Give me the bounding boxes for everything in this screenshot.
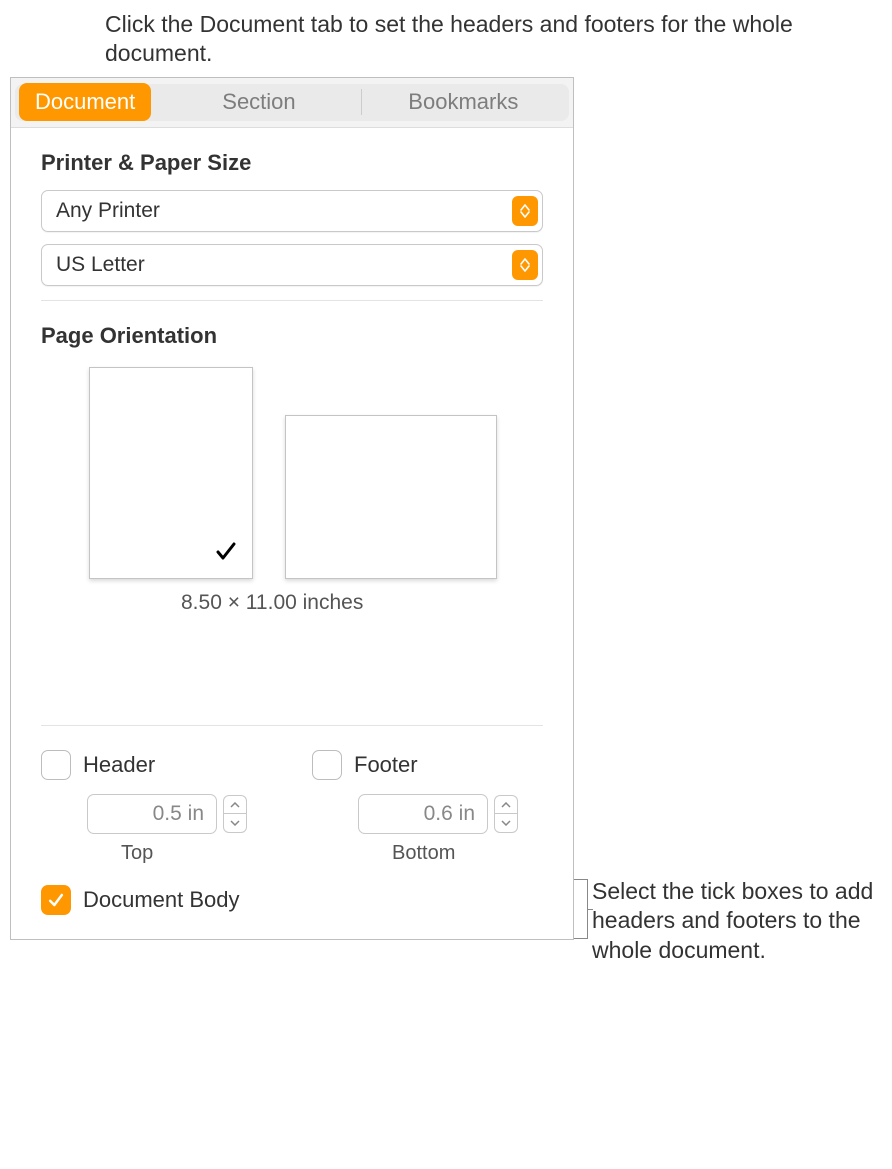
tab-bookmarks[interactable]: Bookmarks: [362, 83, 565, 121]
callout-top: Click the Document tab to set the header…: [105, 10, 882, 69]
header-margin-input[interactable]: [87, 794, 217, 834]
callout-right: Select the tick boxes to add headers and…: [592, 877, 882, 965]
stepper-down-icon[interactable]: [223, 813, 247, 833]
callout-right-text: Select the tick boxes to add headers and…: [592, 878, 873, 963]
inspector-panel: Document Section Bookmarks Printer & Pap…: [10, 77, 574, 940]
document-body-checkbox[interactable]: [41, 885, 71, 915]
updown-arrows-icon: [512, 250, 538, 280]
footer-margin-input[interactable]: [358, 794, 488, 834]
printer-paper-section: Printer & Paper Size Any Printer US Lett…: [11, 128, 573, 301]
orientation-landscape[interactable]: [285, 415, 497, 579]
checkmark-icon: [214, 539, 238, 568]
paper-popup-label: US Letter: [56, 253, 145, 277]
stepper-up-icon[interactable]: [494, 795, 518, 814]
printer-popup-label: Any Printer: [56, 199, 160, 223]
paper-size-popup[interactable]: US Letter: [41, 244, 543, 286]
updown-arrows-icon: [512, 196, 538, 226]
header-checkbox[interactable]: [41, 750, 71, 780]
header-label: Header: [83, 752, 155, 778]
document-body-label: Document Body: [83, 887, 240, 913]
orientation-title: Page Orientation: [41, 323, 543, 349]
header-stepper[interactable]: [223, 795, 247, 833]
tab-bar: Document Section Bookmarks: [11, 78, 573, 128]
footer-checkbox[interactable]: [312, 750, 342, 780]
stepper-up-icon[interactable]: [223, 795, 247, 814]
tab-document[interactable]: Document: [19, 83, 151, 121]
printer-section-title: Printer & Paper Size: [41, 150, 543, 176]
top-label: Top: [121, 842, 272, 865]
callout-bracket-icon: [574, 879, 588, 939]
printer-popup[interactable]: Any Printer: [41, 190, 543, 232]
orientation-portrait[interactable]: [89, 367, 253, 579]
footer-stepper[interactable]: [494, 795, 518, 833]
header-footer-row: Header Top Footer: [11, 726, 573, 865]
footer-label: Footer: [354, 752, 418, 778]
stepper-down-icon[interactable]: [494, 813, 518, 833]
tab-section[interactable]: Section: [157, 83, 360, 121]
orientation-section: Page Orientation 8.50 × 11.00 inches: [11, 301, 573, 615]
bottom-label: Bottom: [392, 842, 543, 865]
page-dimensions: 8.50 × 11.00 inches: [181, 591, 543, 615]
